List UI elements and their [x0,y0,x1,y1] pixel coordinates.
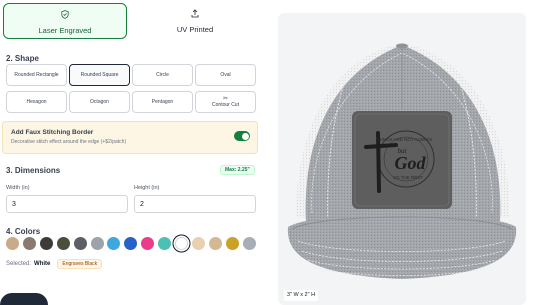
selected-color-value: White [34,261,51,267]
shield-check-icon [4,10,126,21]
height-label: Height (in) [134,185,160,191]
size-label-tag: 3" W x 2" H [284,290,319,301]
method-uv-printed[interactable]: UV Printed [132,3,258,39]
shape-label: Pentagon [151,99,174,105]
shape-hexagon[interactable]: Hexagon [6,91,67,113]
selected-color-line: Selected: White Engraves Black [6,259,103,269]
color-swatch[interactable] [22,237,36,250]
shape-rounded-square[interactable]: Rounded Square [69,64,130,86]
selected-color-label: Selected: [6,261,32,267]
color-swatch[interactable] [208,237,222,250]
shape-label: Circle [156,72,169,78]
shape-contour-cut[interactable]: ✂ Contour Cut [195,91,256,113]
dimensions-section-title: 3. Dimensions [6,166,61,175]
max-size-badge: Max: 2.25" [220,165,255,175]
faux-stitching-title: Add Faux Stitching Border [11,129,94,136]
shape-octagon[interactable]: Octagon [69,91,130,113]
color-swatch[interactable] [175,237,188,250]
height-input[interactable] [134,195,256,213]
shape-label: Rounded Square [80,72,119,78]
shape-label: Contour Cut [212,102,239,108]
toggle-knob [241,132,249,140]
leather-patch: THINGS ARE NOT ALWAYS but God SO THE RES… [352,111,452,209]
engraves-badge: Engraves Black [57,259,103,269]
patch-bottom-arc: SO THE REST [393,175,423,180]
method-laser-engraved[interactable]: Laser Engraved [3,3,127,39]
color-swatch[interactable] [56,237,70,250]
color-swatch[interactable] [107,237,121,250]
shape-section-title: 2. Shape [6,54,39,63]
color-swatch[interactable] [124,237,138,250]
method-label: UV Printed [176,25,214,34]
color-swatch[interactable] [6,237,19,250]
color-swatch[interactable] [158,237,172,250]
color-swatch[interactable] [191,237,205,250]
shape-oval[interactable]: Oval [195,64,256,86]
shape-label: Oval [220,72,231,78]
colors-section-title: 4. Colors [6,227,41,236]
width-input[interactable] [6,195,128,213]
patch-top-arc: THINGS ARE NOT ALWAYS [376,137,433,142]
shape-circle[interactable]: Circle [132,64,193,86]
shape-label: Rounded Rectangle [14,72,59,78]
color-swatch[interactable] [39,237,53,250]
faux-stitching-option: Add Faux Stitching Border Decorative sti… [2,121,258,154]
chat-widget-button[interactable] [0,293,48,305]
color-swatch[interactable] [225,237,239,250]
color-swatch[interactable] [242,237,256,250]
patch-large-text: God [395,153,427,173]
faux-stitching-subtitle: Decorative stitch effect around the edge… [11,139,127,145]
method-label: Laser Engraved [38,26,92,35]
color-swatch[interactable] [90,237,104,250]
width-label: Width (in) [6,185,30,191]
shape-pentagon[interactable]: Pentagon [132,91,193,113]
shape-label: Hexagon [26,99,47,105]
upload-icon [132,9,258,20]
faux-stitching-toggle[interactable] [234,131,250,141]
cap-preview-image: THINGS ARE NOT ALWAYS but God SO THE RES… [287,43,517,279]
customizer-panel: Laser Engraved UV Printed 2. Shape Round… [0,0,265,305]
shape-rounded-rectangle[interactable]: Rounded Rectangle [6,64,67,86]
shape-label: Octagon [90,99,109,105]
product-preview: THINGS ARE NOT ALWAYS but God SO THE RES… [278,13,526,305]
color-swatch[interactable] [141,237,155,250]
color-swatch[interactable] [73,237,87,250]
